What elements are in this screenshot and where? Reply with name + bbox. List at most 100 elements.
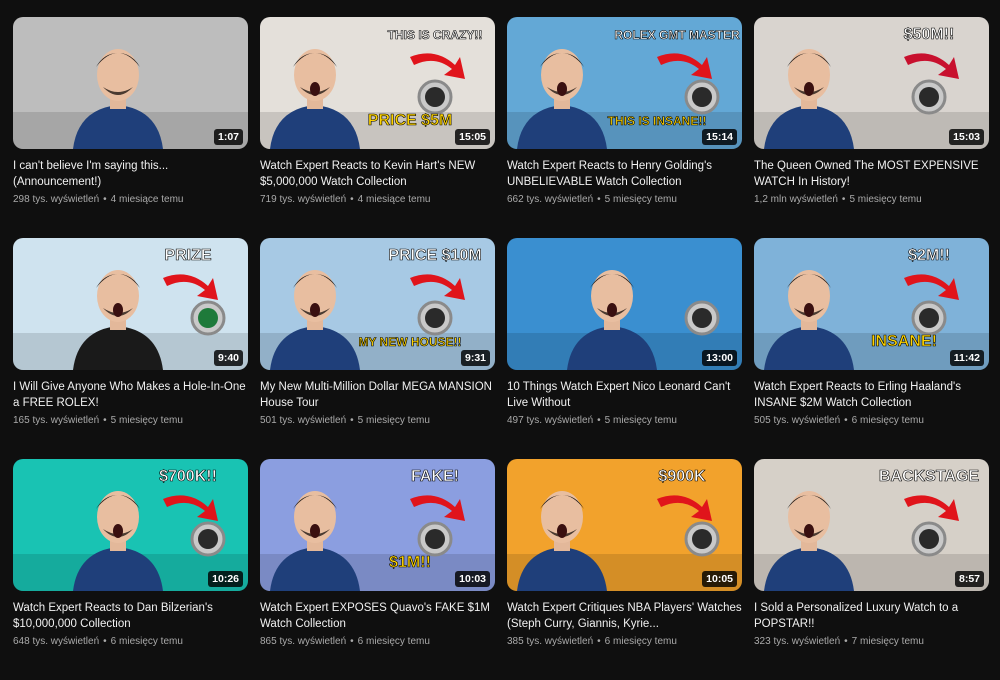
host-mouth <box>804 82 814 96</box>
view-count: 505 tys. wyświetleń <box>754 415 841 426</box>
video-card[interactable]: 1:07 I can't believe I'm saying this... … <box>13 17 248 238</box>
video-card[interactable]: $700K!! 10:26 Watch Expert Reacts to Dan… <box>13 459 248 680</box>
watch-dial <box>425 308 445 328</box>
video-card[interactable]: THIS IS CRAZY!! PRICE $5M 15:05 Watch Exp… <box>260 17 495 238</box>
video-card[interactable]: PRIZE 9:40 I Will Give Anyone Who Makes … <box>13 238 248 459</box>
thumbnail-image: PRIZE <box>13 238 248 370</box>
video-meta: 497 tys. wyświetleń • 5 miesięcy temu <box>507 414 742 427</box>
video-thumbnail[interactable]: PRIZE 9:40 <box>13 238 248 370</box>
thumbnail-caption: INSANE! <box>871 333 937 350</box>
view-count: 1,2 mln wyświetleń <box>754 194 838 205</box>
watch-dial <box>692 87 712 107</box>
thumbnail-caption: FAKE! <box>411 468 459 485</box>
video-title[interactable]: 10 Things Watch Expert Nico Leonard Can'… <box>507 379 742 411</box>
video-thumbnail[interactable]: THIS IS CRAZY!! PRICE $5M 15:05 <box>260 17 495 149</box>
watch-dial <box>198 529 218 549</box>
upload-age: 5 miesięcy temu <box>604 415 677 426</box>
video-thumbnail[interactable]: $900K 10:05 <box>507 459 742 591</box>
separator-dot: • <box>597 636 601 647</box>
video-card[interactable]: $2M!! INSANE! 11:42 Watch Expert Reacts t… <box>754 238 989 459</box>
thumbnail-caption: PRICE $10M <box>388 247 481 264</box>
thumbnail-caption: $1M!! <box>389 554 431 571</box>
separator-dot: • <box>844 415 848 426</box>
view-count: 648 tys. wyświetleń <box>13 636 100 647</box>
view-count: 298 tys. wyświetleń <box>13 194 100 205</box>
host-mouth <box>310 524 320 538</box>
duration-badge: 15:05 <box>455 129 490 145</box>
video-meta: 298 tys. wyświetleń • 4 miesiące temu <box>13 193 248 206</box>
thumbnail-image: PRICE $10M MY NEW HOUSE!! <box>260 238 495 370</box>
upload-age: 4 miesiące temu <box>357 194 431 205</box>
video-thumbnail[interactable]: $700K!! 10:26 <box>13 459 248 591</box>
duration-badge: 10:26 <box>208 571 243 587</box>
upload-age: 6 miesięcy temu <box>357 636 430 647</box>
separator-dot: • <box>350 194 354 205</box>
upload-age: 5 miesięcy temu <box>849 194 922 205</box>
view-count: 501 tys. wyświetleń <box>260 415 347 426</box>
video-meta: 719 tys. wyświetleń • 4 miesiące temu <box>260 193 495 206</box>
video-thumbnail[interactable]: 13:00 <box>507 238 742 370</box>
video-card[interactable]: PRICE $10M MY NEW HOUSE!! 9:31 My New Mul… <box>260 238 495 459</box>
duration-badge: 10:05 <box>702 571 737 587</box>
thumbnail-caption: THIS IS INSANE!! <box>608 114 707 128</box>
watch-dial <box>919 529 939 549</box>
view-count: 497 tys. wyświetleń <box>507 415 594 426</box>
video-meta: 865 tys. wyświetleń • 6 miesięcy temu <box>260 635 495 648</box>
video-title[interactable]: Watch Expert Critiques NBA Players' Watc… <box>507 600 742 632</box>
thumbnail-caption: $700K!! <box>159 468 217 485</box>
host-mouth <box>310 303 320 317</box>
watch-dial <box>919 308 939 328</box>
video-title[interactable]: Watch Expert EXPOSES Quavo's FAKE $1M Wa… <box>260 600 495 632</box>
video-card[interactable]: ROLEX GMT MASTER II THIS IS INSANE!! 15:1… <box>507 17 742 238</box>
separator-dot: • <box>103 415 107 426</box>
separator-dot: • <box>103 194 107 205</box>
video-thumbnail[interactable]: $50M!! 15:03 <box>754 17 989 149</box>
video-title[interactable]: I Will Give Anyone Who Makes a Hole-In-O… <box>13 379 248 411</box>
video-thumbnail[interactable]: BACKSTAGE 8:57 <box>754 459 989 591</box>
video-card[interactable]: $900K 10:05 Watch Expert Critiques NBA P… <box>507 459 742 680</box>
video-card[interactable]: BACKSTAGE 8:57 I Sold a Personalized Lux… <box>754 459 989 680</box>
video-title[interactable]: I can't believe I'm saying this... (Anno… <box>13 158 248 190</box>
thumbnail-image: BACKSTAGE <box>754 459 989 591</box>
video-meta: 501 tys. wyświetleń • 5 miesięcy temu <box>260 414 495 427</box>
thumbnail-image <box>13 17 248 149</box>
video-title[interactable]: I Sold a Personalized Luxury Watch to a … <box>754 600 989 632</box>
thumbnail-caption: PRIZE <box>164 247 211 264</box>
video-title[interactable]: Watch Expert Reacts to Erling Haaland's … <box>754 379 989 411</box>
video-thumbnail[interactable]: $2M!! INSANE! 11:42 <box>754 238 989 370</box>
video-thumbnail[interactable]: ROLEX GMT MASTER II THIS IS INSANE!! 15:1… <box>507 17 742 149</box>
upload-age: 6 miesięcy temu <box>851 415 924 426</box>
video-thumbnail[interactable]: PRICE $10M MY NEW HOUSE!! 9:31 <box>260 238 495 370</box>
thumbnail-caption: THIS IS CRAZY!! <box>388 28 483 42</box>
duration-badge: 1:07 <box>213 129 243 145</box>
video-grid: 1:07 I can't believe I'm saying this... … <box>13 17 990 680</box>
thumbnail-caption: MY NEW HOUSE!! <box>358 335 461 349</box>
upload-age: 4 miesiące temu <box>110 194 184 205</box>
video-title[interactable]: Watch Expert Reacts to Kevin Hart's NEW … <box>260 158 495 190</box>
video-title[interactable]: The Queen Owned The MOST EXPENSIVE WATCH… <box>754 158 989 190</box>
watch-dial <box>692 308 712 328</box>
video-thumbnail[interactable]: FAKE! $1M!! 10:03 <box>260 459 495 591</box>
video-card[interactable]: 13:00 10 Things Watch Expert Nico Leonar… <box>507 238 742 459</box>
separator-dot: • <box>841 194 846 205</box>
video-thumbnail[interactable]: 1:07 <box>13 17 248 149</box>
duration-badge: 8:57 <box>954 571 984 587</box>
view-count: 865 tys. wyświetleń <box>260 636 347 647</box>
upload-age: 5 miesięcy temu <box>604 194 677 205</box>
host-mouth <box>804 303 814 317</box>
video-title[interactable]: My New Multi-Million Dollar MEGA MANSION… <box>260 379 495 411</box>
duration-badge: 10:03 <box>455 571 490 587</box>
upload-age: 6 miesięcy temu <box>604 636 677 647</box>
video-meta: 648 tys. wyświetleń • 6 miesięcy temu <box>13 635 248 648</box>
video-card[interactable]: $50M!! 15:03 The Queen Owned The MOST EX… <box>754 17 989 238</box>
view-count: 662 tys. wyświetleń <box>507 194 594 205</box>
video-meta: 385 tys. wyświetleń • 6 miesięcy temu <box>507 635 742 648</box>
thumbnail-caption: $900K <box>658 468 706 485</box>
video-card[interactable]: FAKE! $1M!! 10:03 Watch Expert EXPOSES Qu… <box>260 459 495 680</box>
separator-dot: • <box>597 415 601 426</box>
video-title[interactable]: Watch Expert Reacts to Henry Golding's U… <box>507 158 742 190</box>
upload-age: 6 miesięcy temu <box>110 636 183 647</box>
host-mouth <box>557 82 567 96</box>
video-title[interactable]: Watch Expert Reacts to Dan Bilzerian's $… <box>13 600 248 632</box>
duration-badge: 9:31 <box>460 350 490 366</box>
